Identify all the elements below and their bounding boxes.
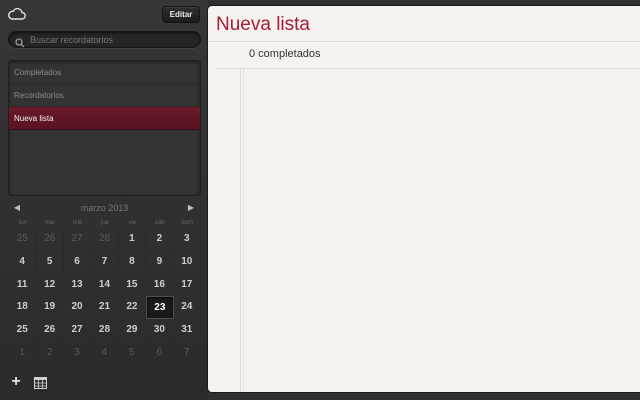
- weekday-label: jue: [100, 220, 109, 226]
- calendar-day[interactable]: 6: [63, 250, 92, 274]
- calendar-day[interactable]: 18: [9, 296, 37, 320]
- calendar-day[interactable]: 6: [146, 341, 174, 365]
- completed-count[interactable]: 0 completados: [249, 48, 321, 60]
- calendar-day[interactable]: 4: [9, 250, 37, 274]
- calendar-day[interactable]: 26: [36, 228, 64, 251]
- search-field[interactable]: [8, 31, 201, 48]
- calendar-day[interactable]: 9: [146, 250, 174, 274]
- sidebar: Editar Completados Recordatorios Nueva l…: [0, 0, 208, 400]
- list-title: Nueva lista: [216, 14, 310, 35]
- calendar-weekdays: lun mar mié jue vie sáb dom: [9, 220, 201, 228]
- calendar-day[interactable]: 5: [118, 341, 147, 365]
- calendar-grid: 25 26 27 28 1 2 3 4 5 6 7 8 9 10 11 12 13 14 15 16 17 18 19 20 2…: [9, 228, 201, 365]
- weekday-label: dom: [181, 220, 193, 226]
- sidebar-bottom-bar: +: [0, 368, 208, 400]
- calendar-day[interactable]: 1: [118, 228, 147, 251]
- calendar-day[interactable]: 25: [9, 228, 37, 251]
- calendar-day[interactable]: 8: [118, 250, 147, 274]
- calendar-day[interactable]: 31: [173, 319, 201, 342]
- calendar-day[interactable]: 12: [36, 273, 64, 297]
- weekday-label: mar: [44, 220, 56, 226]
- list-item-completados[interactable]: Completados: [9, 61, 200, 84]
- reminder-list-view: Nueva lista 0 completados: [208, 6, 640, 392]
- calendar: ◀ marzo 2013 ▶ lun mar mié jue vie sáb d…: [8, 199, 201, 365]
- weekday-label: mié: [72, 220, 83, 226]
- weekday-label: sáb: [154, 220, 165, 226]
- calendar-day[interactable]: 20: [63, 296, 92, 320]
- calendar-day[interactable]: 14: [91, 273, 119, 297]
- calendar-day[interactable]: 28: [91, 319, 119, 342]
- weekday-label: vie: [128, 220, 137, 226]
- calendar-day[interactable]: 7: [91, 250, 119, 274]
- calendar-day[interactable]: 28: [91, 228, 119, 251]
- cloud-icon[interactable]: [7, 6, 27, 22]
- calendar-day[interactable]: 21: [91, 296, 119, 320]
- calendar-day[interactable]: 7: [173, 341, 201, 365]
- calendar-day[interactable]: 30: [146, 319, 174, 342]
- calendar-day[interactable]: 2: [146, 228, 174, 251]
- calendar-day[interactable]: 22: [118, 296, 147, 320]
- search-input[interactable]: [30, 33, 195, 47]
- calendar-day[interactable]: 11: [9, 273, 37, 297]
- lists-panel: Completados Recordatorios Nueva lista: [8, 60, 201, 196]
- calendar-day[interactable]: 25: [9, 319, 37, 342]
- list-header: Nueva lista: [208, 6, 640, 42]
- next-month-icon[interactable]: ▶: [186, 203, 196, 213]
- calendar-day[interactable]: 24: [173, 296, 201, 320]
- list-item-nueva-lista[interactable]: Nueva lista: [9, 107, 200, 130]
- calendar-day[interactable]: 1: [9, 341, 37, 365]
- sidebar-toolbar: Editar: [0, 0, 208, 28]
- calendar-day[interactable]: 26: [36, 319, 64, 342]
- calendar-icon[interactable]: [34, 376, 47, 389]
- calendar-day[interactable]: 10: [173, 250, 201, 274]
- list-item-recordatorios[interactable]: Recordatorios: [9, 84, 200, 107]
- calendar-day[interactable]: 2: [36, 341, 64, 365]
- calendar-day[interactable]: 23: [146, 296, 174, 320]
- calendar-day[interactable]: 17: [173, 273, 201, 297]
- add-list-button[interactable]: +: [8, 374, 24, 390]
- previous-month-icon[interactable]: ◀: [12, 203, 22, 213]
- calendar-day[interactable]: 27: [63, 228, 92, 251]
- search-icon: [15, 35, 25, 48]
- calendar-day[interactable]: 3: [63, 341, 92, 365]
- calendar-day[interactable]: 15: [118, 273, 147, 297]
- calendar-day[interactable]: 3: [173, 228, 201, 251]
- calendar-day[interactable]: 16: [146, 273, 174, 297]
- calendar-day[interactable]: 5: [36, 250, 64, 274]
- calendar-day[interactable]: 29: [118, 319, 147, 342]
- weekday-label: lun: [18, 220, 27, 226]
- calendar-day[interactable]: 27: [63, 319, 92, 342]
- calendar-month-title: marzo 2013: [80, 203, 129, 213]
- calendar-day[interactable]: 4: [91, 341, 119, 365]
- paper-margin-line: [240, 69, 241, 392]
- calendar-day[interactable]: 19: [36, 296, 64, 320]
- edit-button[interactable]: Editar: [162, 6, 200, 23]
- calendar-day[interactable]: 13: [63, 273, 92, 297]
- divider: [216, 68, 640, 69]
- paper-margin-line: [243, 69, 244, 392]
